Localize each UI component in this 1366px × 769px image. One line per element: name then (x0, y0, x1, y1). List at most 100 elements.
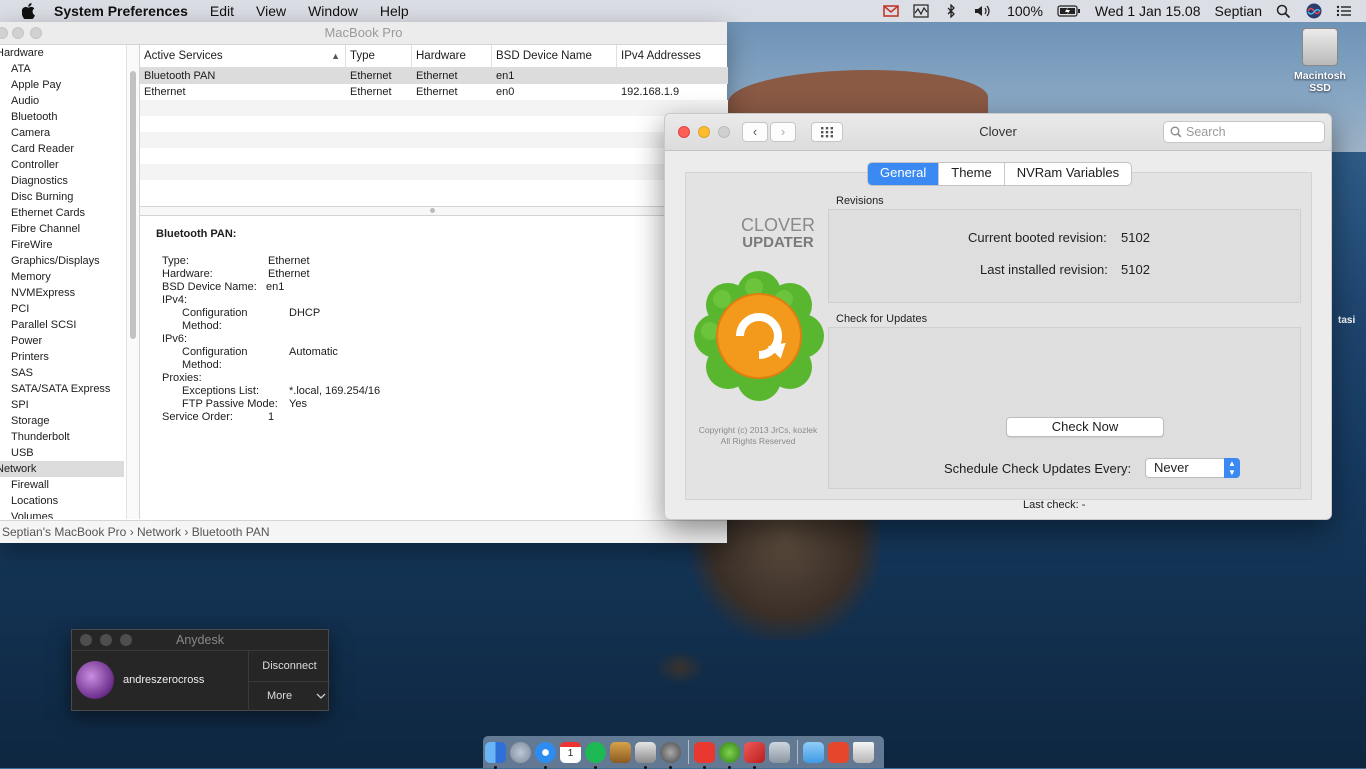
dock-finder-icon[interactable] (485, 741, 506, 769)
more-button[interactable]: More (249, 682, 330, 711)
dock-launchpad-icon[interactable] (510, 741, 531, 763)
dock-separator (688, 740, 689, 764)
sidebar-item-sata[interactable]: SATA/SATA Express (0, 381, 124, 397)
copyright-line2: All Rights Reserved (720, 436, 796, 446)
dock-toolbox-icon[interactable] (744, 741, 765, 769)
table-row[interactable]: Ethernet Ethernet Ethernet en0 192.168.1… (140, 84, 728, 100)
table-row-empty (140, 116, 728, 132)
sidebar-item-storage[interactable]: Storage (0, 413, 124, 429)
sidebar-item-printers[interactable]: Printers (0, 349, 124, 365)
dock-spotify-icon[interactable] (585, 741, 606, 769)
dock-system-information-icon[interactable] (635, 741, 656, 769)
mail-icon[interactable] (883, 4, 899, 18)
detail-value: 1 (268, 411, 275, 423)
menu-edit[interactable]: Edit (210, 3, 234, 19)
siri-icon[interactable] (1306, 3, 1322, 19)
sidebar-item-bluetooth[interactable]: Bluetooth (0, 109, 124, 125)
column-bsd-device-name[interactable]: BSD Device Name (492, 45, 617, 67)
anydesk-titlebar[interactable]: Anydesk (72, 630, 328, 651)
tab-nvram-variables[interactable]: NVRam Variables (1005, 163, 1131, 185)
dock-archive-icon[interactable] (610, 741, 631, 763)
tab-theme[interactable]: Theme (939, 163, 1005, 185)
clover-toolbar[interactable]: ‹ › Clover Search (665, 114, 1331, 151)
dock-system-preferences-icon[interactable] (660, 741, 681, 769)
sidebar-item-graphics-displays[interactable]: Graphics/Displays (0, 253, 124, 269)
volume-icon[interactable] (973, 4, 993, 18)
anydesk-close-button[interactable] (80, 634, 92, 646)
anydesk-zoom-button[interactable] (120, 634, 132, 646)
cell-type: Ethernet (350, 86, 392, 98)
dock-calendar-icon[interactable]: 1 (560, 741, 581, 763)
sidebar-item-spi[interactable]: SPI (0, 397, 124, 413)
sidebar-item-usb[interactable]: USB (0, 445, 124, 461)
dock-clover-icon[interactable] (719, 741, 740, 769)
dock-safari-icon[interactable] (535, 741, 556, 769)
menu-clock[interactable]: Wed 1 Jan 15.08 (1095, 3, 1201, 19)
detail-value: Automatic (289, 346, 338, 358)
window-titlebar[interactable]: MacBook Pro (0, 22, 727, 45)
sidebar-item-memory[interactable]: Memory (0, 269, 124, 285)
detail-key: Configuration Method: (182, 346, 248, 371)
scrollbar-thumb[interactable] (130, 71, 136, 339)
dock-downloads-icon[interactable] (803, 741, 824, 763)
sidebar-item-audio[interactable]: Audio (0, 93, 124, 109)
sidebar-item-thunderbolt[interactable]: Thunderbolt (0, 429, 124, 445)
apple-icon[interactable] (22, 3, 36, 19)
column-type[interactable]: Type (346, 45, 412, 67)
dock-trash-icon[interactable] (853, 741, 874, 763)
dock-office-icon[interactable] (828, 741, 849, 763)
menu-window[interactable]: Window (308, 3, 358, 19)
sidebar-item-sas[interactable]: SAS (0, 365, 124, 381)
menu-user[interactable]: Septian (1215, 3, 1262, 19)
activity-monitor-icon[interactable] (913, 4, 929, 18)
sidebar-scrollbar[interactable] (126, 45, 139, 519)
desktop-drive[interactable]: Macintosh SSD (1282, 28, 1358, 94)
check-now-button[interactable]: Check Now (1006, 417, 1164, 437)
battery-percent[interactable]: 100% (1007, 3, 1043, 19)
sidebar-item-fibre-channel[interactable]: Fibre Channel (0, 221, 124, 237)
sidebar-item-nvmexpress[interactable]: NVMExpress (0, 285, 124, 301)
anydesk-minimize-button[interactable] (100, 634, 112, 646)
column-active-services[interactable]: Active Services ▲ (140, 45, 346, 67)
sidebar-item-locations[interactable]: Locations (0, 493, 124, 509)
menu-view[interactable]: View (256, 3, 286, 19)
sidebar-item-pci[interactable]: PCI (0, 301, 124, 317)
detail-value: Ethernet (268, 255, 310, 267)
disconnect-button[interactable]: Disconnect (249, 651, 330, 682)
window-close-button[interactable] (0, 27, 8, 39)
sidebar-item-ata[interactable]: ATA (0, 61, 124, 77)
sidebar-item-controller[interactable]: Controller (0, 157, 124, 173)
path-bar[interactable]: Septian's MacBook Pro › Network › Blueto… (0, 520, 727, 543)
notification-center-icon[interactable] (1336, 4, 1352, 18)
sidebar-item-disc-burning[interactable]: Disc Burning (0, 189, 124, 205)
column-ipv4-addresses[interactable]: IPv4 Addresses (617, 45, 728, 67)
battery-icon[interactable] (1057, 4, 1081, 18)
split-view-divider[interactable] (140, 206, 728, 216)
table-row[interactable]: Bluetooth PAN Ethernet Ethernet en1 (140, 68, 728, 84)
bluetooth-icon[interactable] (943, 4, 959, 18)
window-zoom-button[interactable] (30, 27, 42, 39)
window-minimize-button[interactable] (12, 27, 24, 39)
menu-app-name[interactable]: System Preferences (54, 3, 188, 19)
tab-general[interactable]: General (868, 163, 940, 185)
sidebar-item-firewall[interactable]: Firewall (0, 477, 124, 493)
spotlight-search-icon[interactable] (1276, 4, 1292, 18)
sidebar-item-apple-pay[interactable]: Apple Pay (0, 77, 124, 93)
sidebar-item-card-reader[interactable]: Card Reader (0, 141, 124, 157)
menu-help[interactable]: Help (380, 3, 409, 19)
dock-disk-utility-icon[interactable] (769, 741, 790, 763)
sidebar-item-volumes[interactable]: Volumes (0, 509, 124, 519)
sidebar-item-ethernet-cards[interactable]: Ethernet Cards (0, 205, 124, 221)
sidebar-item-power[interactable]: Power (0, 333, 124, 349)
search-input[interactable]: Search (1163, 121, 1325, 143)
sidebar-item-firewire[interactable]: FireWire (0, 237, 124, 253)
sidebar-category-network[interactable]: Network (0, 461, 124, 477)
sidebar-item-diagnostics[interactable]: Diagnostics (0, 173, 124, 189)
detail-key: Service Order: (162, 411, 233, 423)
sidebar-item-camera[interactable]: Camera (0, 125, 124, 141)
sidebar-category-hardware[interactable]: Hardware (0, 45, 124, 61)
sidebar-item-parallel-scsi[interactable]: Parallel SCSI (0, 317, 124, 333)
schedule-select[interactable]: Never ▲ ▼ (1145, 458, 1240, 478)
column-hardware[interactable]: Hardware (412, 45, 492, 67)
dock-anydesk-icon[interactable] (694, 741, 715, 769)
